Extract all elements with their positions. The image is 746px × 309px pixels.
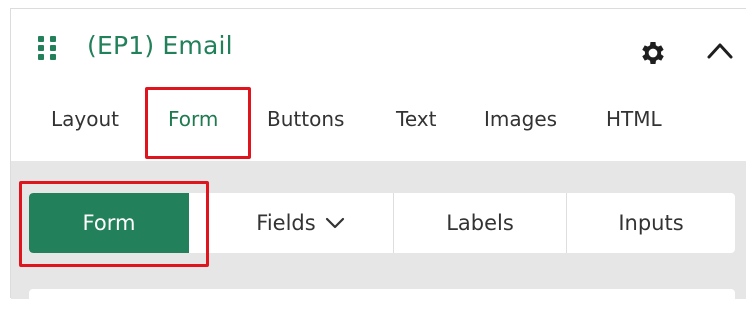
settings-content-card xyxy=(29,289,735,309)
tab-html[interactable]: HTML xyxy=(606,107,662,131)
subtab-labels-label: Labels xyxy=(446,211,514,235)
subtab-inputs-label: Inputs xyxy=(618,211,684,235)
subtab-inputs[interactable]: Inputs xyxy=(567,193,735,253)
tab-form[interactable]: Form xyxy=(168,107,218,131)
form-subtabs: Form Fields Labels Inputs xyxy=(29,193,735,253)
gear-icon[interactable] xyxy=(638,38,668,68)
editor-tabs: Layout Form Buttons Text Images HTML xyxy=(11,89,746,161)
panel-header: (EP1) Email xyxy=(11,9,746,89)
chevron-up-icon[interactable] xyxy=(705,37,735,63)
settings-area: Form Fields Labels Inputs xyxy=(11,161,746,309)
tab-images[interactable]: Images xyxy=(484,107,557,131)
tab-buttons[interactable]: Buttons xyxy=(267,107,344,131)
subtab-fields[interactable]: Fields xyxy=(209,193,393,253)
tab-layout[interactable]: Layout xyxy=(51,107,119,131)
drag-handle-icon[interactable] xyxy=(38,36,58,62)
chevron-down-icon xyxy=(325,217,344,229)
subtab-labels[interactable]: Labels xyxy=(394,193,566,253)
block-editor-panel: (EP1) Email Layout Form Buttons Text Ima… xyxy=(10,8,746,309)
subtab-fields-label: Fields xyxy=(256,211,316,235)
panel-title: (EP1) Email xyxy=(87,31,233,60)
tab-text[interactable]: Text xyxy=(396,107,436,131)
subtab-form[interactable]: Form xyxy=(29,193,189,253)
subtab-form-label: Form xyxy=(82,211,136,235)
